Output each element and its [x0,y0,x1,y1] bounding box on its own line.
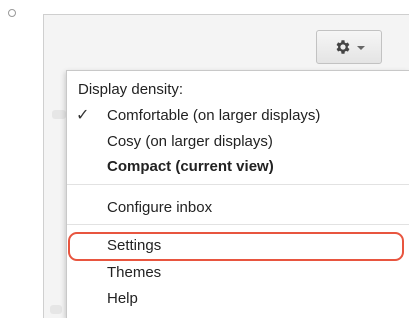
menu-separator [67,224,409,225]
menu-item-cosy[interactable]: Cosy (on larger displays) [107,133,273,151]
settings-gear-button[interactable] [316,30,382,64]
settings-highlight-annotation [68,232,404,261]
display-density-header: Display density: [78,81,184,98]
checkmark-icon: ✓ [76,107,90,124]
gear-icon [336,40,349,54]
blurred-content [52,110,66,119]
settings-dropdown-menu: Display density: ✓ Comfortable (on large… [66,70,409,318]
menu-separator [67,184,409,185]
menu-item-themes[interactable]: Themes [107,264,161,282]
menu-item-comfortable[interactable]: Comfortable (on larger displays) [107,107,320,125]
menu-item-compact[interactable]: Compact (current view) [107,158,274,176]
menu-item-help[interactable]: Help [107,290,138,308]
caret-down-icon [356,46,365,50]
menu-item-configure-inbox[interactable]: Configure inbox [107,199,212,217]
step-circle [8,9,16,17]
blurred-content [50,305,62,314]
